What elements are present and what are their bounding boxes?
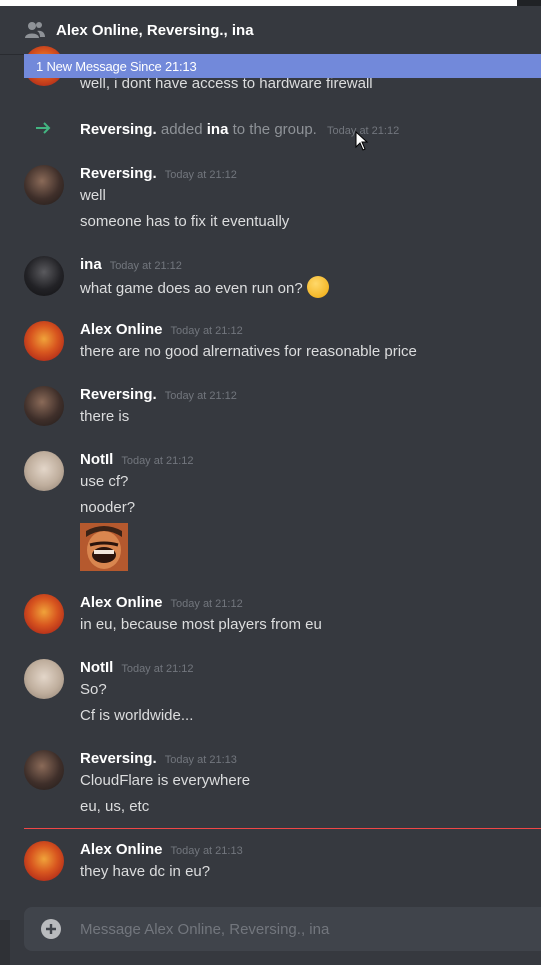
message-header: Alex Online Today at 21:12 xyxy=(80,594,243,611)
timestamp[interactable]: Today at 21:13 xyxy=(165,754,237,766)
system-actor[interactable]: Reversing. xyxy=(80,121,157,138)
thinking-face-icon[interactable] xyxy=(306,276,329,298)
channel-header: Alex Online, Reversing., ina xyxy=(0,6,541,54)
message-input[interactable]: Message Alex Online, Reversing., ina xyxy=(80,921,329,938)
avatar-reversing[interactable] xyxy=(24,165,64,205)
author-name[interactable]: Alex Online xyxy=(80,321,163,338)
author-name[interactable]: Alex Online xyxy=(80,841,163,858)
message-header: Alex Online Today at 21:13 xyxy=(80,841,243,858)
message-header: Reversing. Today at 21:12 xyxy=(80,386,237,403)
timestamp[interactable]: Today at 21:12 xyxy=(165,169,237,181)
author-name[interactable]: Reversing. xyxy=(80,386,157,403)
message-header: Alex Online Today at 21:12 xyxy=(80,321,243,338)
message-text: Cf is worldwide... xyxy=(80,707,194,724)
message-text: nooder? xyxy=(80,499,136,516)
message-text: in eu, because most players from eu xyxy=(80,616,322,633)
member-added-arrow-icon xyxy=(34,118,54,138)
message-header: NotIl Today at 21:12 xyxy=(80,451,194,468)
author-name[interactable]: NotIl xyxy=(80,451,113,468)
avatar-reversing[interactable] xyxy=(24,386,64,426)
message-header: ina Today at 21:12 xyxy=(80,256,182,273)
timestamp[interactable]: Today at 21:12 xyxy=(121,663,193,675)
author-name[interactable]: Alex Online xyxy=(80,594,163,611)
message-text: use cf? xyxy=(80,473,129,490)
message-header: Reversing. Today at 21:13 xyxy=(80,750,237,767)
timestamp[interactable]: Today at 21:12 xyxy=(171,325,243,337)
author-name[interactable]: Reversing. xyxy=(80,165,157,182)
avatar-notil[interactable] xyxy=(24,659,64,699)
new-messages-divider xyxy=(24,828,541,829)
sidebar-edge xyxy=(0,920,10,965)
system-message-member-added: Reversing. added ina to the group. Today… xyxy=(80,121,399,138)
timestamp[interactable]: Today at 21:12 xyxy=(110,260,182,272)
message-composer[interactable]: Message Alex Online, Reversing., ina xyxy=(24,907,541,951)
message-text: what game does ao even run on? xyxy=(80,279,303,297)
avatar-alex-online[interactable] xyxy=(24,841,64,881)
avatar-alex-online[interactable] xyxy=(24,321,64,361)
author-name[interactable]: ina xyxy=(80,256,102,273)
system-suffix: to the group. xyxy=(232,121,317,138)
author-name[interactable]: NotIl xyxy=(80,659,113,676)
message-text: CloudFlare is everywhere xyxy=(80,772,251,789)
timestamp[interactable]: Today at 21:13 xyxy=(171,845,243,857)
message-text-row: what game does ao even run on? xyxy=(80,276,329,300)
image-attachment[interactable] xyxy=(80,523,128,571)
message-text: well xyxy=(80,187,106,204)
message-text: there is xyxy=(80,408,130,425)
system-action: added xyxy=(160,121,203,138)
avatar-alex-online[interactable] xyxy=(24,594,64,634)
avatar-ina[interactable] xyxy=(24,256,64,296)
add-attachment-icon[interactable] xyxy=(40,918,62,940)
system-target[interactable]: ina xyxy=(207,121,229,138)
timestamp[interactable]: Today at 21:12 xyxy=(121,455,193,467)
avatar-reversing[interactable] xyxy=(24,750,64,790)
message-header: NotIl Today at 21:12 xyxy=(80,659,194,676)
group-dm-icon xyxy=(24,18,48,42)
message-text: they have dc in eu? xyxy=(80,863,211,880)
message-text: there are no good alrernatives for reaso… xyxy=(80,343,417,360)
message-text: someone has to fix it eventually xyxy=(80,213,290,230)
author-name[interactable]: Reversing. xyxy=(80,750,157,767)
message-header: Reversing. Today at 21:12 xyxy=(80,165,237,182)
message-text: eu, us, etc xyxy=(80,798,150,815)
mouse-cursor-icon xyxy=(355,130,369,156)
timestamp[interactable]: Today at 21:12 xyxy=(165,390,237,402)
channel-title: Alex Online, Reversing., ina xyxy=(56,21,254,39)
timestamp[interactable]: Today at 21:12 xyxy=(171,598,243,610)
message-text: So? xyxy=(80,681,107,698)
avatar-notil[interactable] xyxy=(24,451,64,491)
new-messages-banner[interactable]: 1 New Message Since 21:13 xyxy=(24,54,541,78)
